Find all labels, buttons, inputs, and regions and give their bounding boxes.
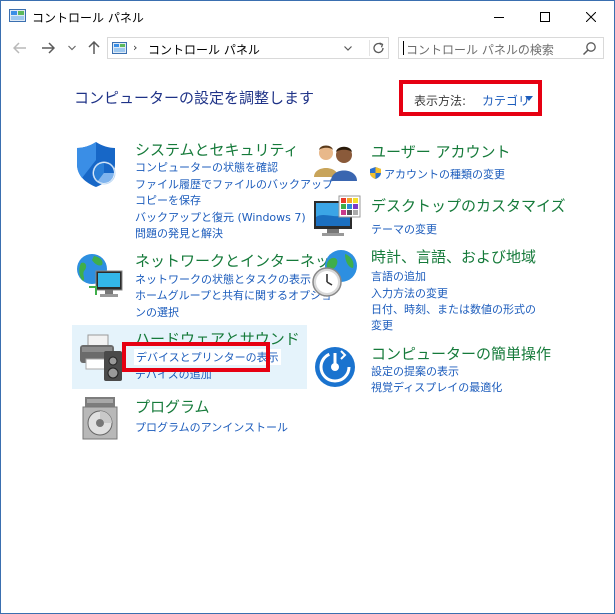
monitor-colors-icon[interactable] <box>313 195 361 239</box>
back-button[interactable] <box>9 38 31 58</box>
control-panel-icon <box>112 42 127 54</box>
navigation-bar: › コントロール パネル › コントロール パネルの検索 <box>1 35 614 61</box>
category-title-clock-language-region[interactable]: 時計、言語、および地域 <box>371 246 536 267</box>
printer-speaker-icon <box>80 334 122 381</box>
arrow-up-icon <box>88 41 100 54</box>
clock-globe-icon[interactable] <box>311 248 359 298</box>
link-network-status[interactable]: ネットワークの状態とタスクの表示 <box>135 271 311 287</box>
users-icon[interactable] <box>313 141 359 181</box>
link-change-date-format-cont[interactable]: 変更 <box>371 317 393 333</box>
search-input[interactable]: コントロール パネルの検索 <box>398 37 604 59</box>
refresh-icon <box>373 42 384 54</box>
close-icon <box>586 11 596 22</box>
ease-of-access-icon[interactable] <box>313 345 357 389</box>
minimize-button[interactable] <box>476 1 522 32</box>
text-caret <box>403 41 404 55</box>
arrow-right-icon <box>42 42 55 54</box>
search-icon[interactable] <box>582 41 597 56</box>
link-suggested-settings[interactable]: 設定の提案の表示 <box>371 363 459 379</box>
category-title-system-security[interactable]: システムとセキュリティ <box>135 139 299 160</box>
breadcrumb-trail-separator[interactable]: › <box>242 41 246 54</box>
control-panel-window: コントロール パネル › コントロール パネル › コントロール パネルの検索 … <box>0 0 615 614</box>
breadcrumb-separator[interactable]: › <box>133 41 137 54</box>
view-by-dropdown[interactable]: カテゴリ <box>482 92 530 109</box>
category-title-programs[interactable]: プログラム <box>135 396 210 417</box>
chevron-down-icon <box>344 46 352 51</box>
chevron-down-icon <box>68 45 76 51</box>
maximize-button[interactable] <box>522 1 568 32</box>
link-troubleshoot[interactable]: 問題の発見と解決 <box>135 225 223 241</box>
dropdown-arrow-icon[interactable] <box>525 96 533 102</box>
view-by-label: 表示方法: <box>414 94 467 108</box>
category-title-ease-of-access[interactable]: コンピューターの簡単操作 <box>371 343 551 364</box>
link-homegroup-sharing-cont[interactable]: ンの選択 <box>135 304 179 320</box>
link-file-history-backup-cont[interactable]: コピーを保存 <box>135 192 201 208</box>
page-title: コンピューターの設定を調整します <box>74 89 315 107</box>
link-file-history-backup[interactable]: ファイル履歴でファイルのバックアップ <box>135 176 333 192</box>
link-change-date-format[interactable]: 日付、時刻、または数値の形式の <box>371 301 536 317</box>
link-change-theme[interactable]: テーマの変更 <box>371 221 437 237</box>
category-title-appearance[interactable]: デスクトップのカスタマイズ <box>371 195 566 216</box>
minimize-icon <box>494 16 504 18</box>
link-check-computer-status[interactable]: コンピューターの状態を確認 <box>135 159 278 175</box>
programs-disc-icon[interactable] <box>79 395 123 441</box>
category-title-user-accounts[interactable]: ユーザー アカウント <box>371 141 510 162</box>
network-globe-icon[interactable] <box>74 251 124 299</box>
shield-icon[interactable] <box>74 140 120 188</box>
up-button[interactable] <box>85 38 103 58</box>
address-history-button[interactable] <box>340 40 356 56</box>
view-by-selector[interactable]: 表示方法: カテゴリ <box>399 80 542 116</box>
link-add-language[interactable]: 言語の追加 <box>371 268 426 284</box>
link-uninstall-program[interactable]: プログラムのアンインストール <box>135 419 288 435</box>
close-button[interactable] <box>568 1 614 32</box>
maximize-icon <box>540 11 550 22</box>
search-placeholder: コントロール パネルの検索 <box>406 43 554 57</box>
annotation-highlight-box <box>122 342 270 372</box>
arrow-left-icon <box>13 42 26 54</box>
link-homegroup-sharing[interactable]: ホームグループと共有に関するオプショ <box>135 287 332 303</box>
refresh-button[interactable] <box>369 40 388 56</box>
link-change-input-method[interactable]: 入力方法の変更 <box>371 285 448 301</box>
address-bar[interactable]: › コントロール パネル › <box>107 37 389 59</box>
uac-shield-icon <box>370 167 381 179</box>
link-backup-restore[interactable]: バックアップと復元 (Windows 7) <box>135 209 306 225</box>
link-optimize-display[interactable]: 視覚ディスプレイの最適化 <box>371 379 502 395</box>
title-bar: コントロール パネル <box>1 1 614 32</box>
control-panel-icon <box>9 9 26 22</box>
forward-button[interactable] <box>37 38 59 58</box>
link-change-account-type[interactable]: アカウントの種類の変更 <box>384 166 505 182</box>
recent-locations-button[interactable] <box>65 38 79 58</box>
window-title: コントロール パネル <box>32 11 144 25</box>
